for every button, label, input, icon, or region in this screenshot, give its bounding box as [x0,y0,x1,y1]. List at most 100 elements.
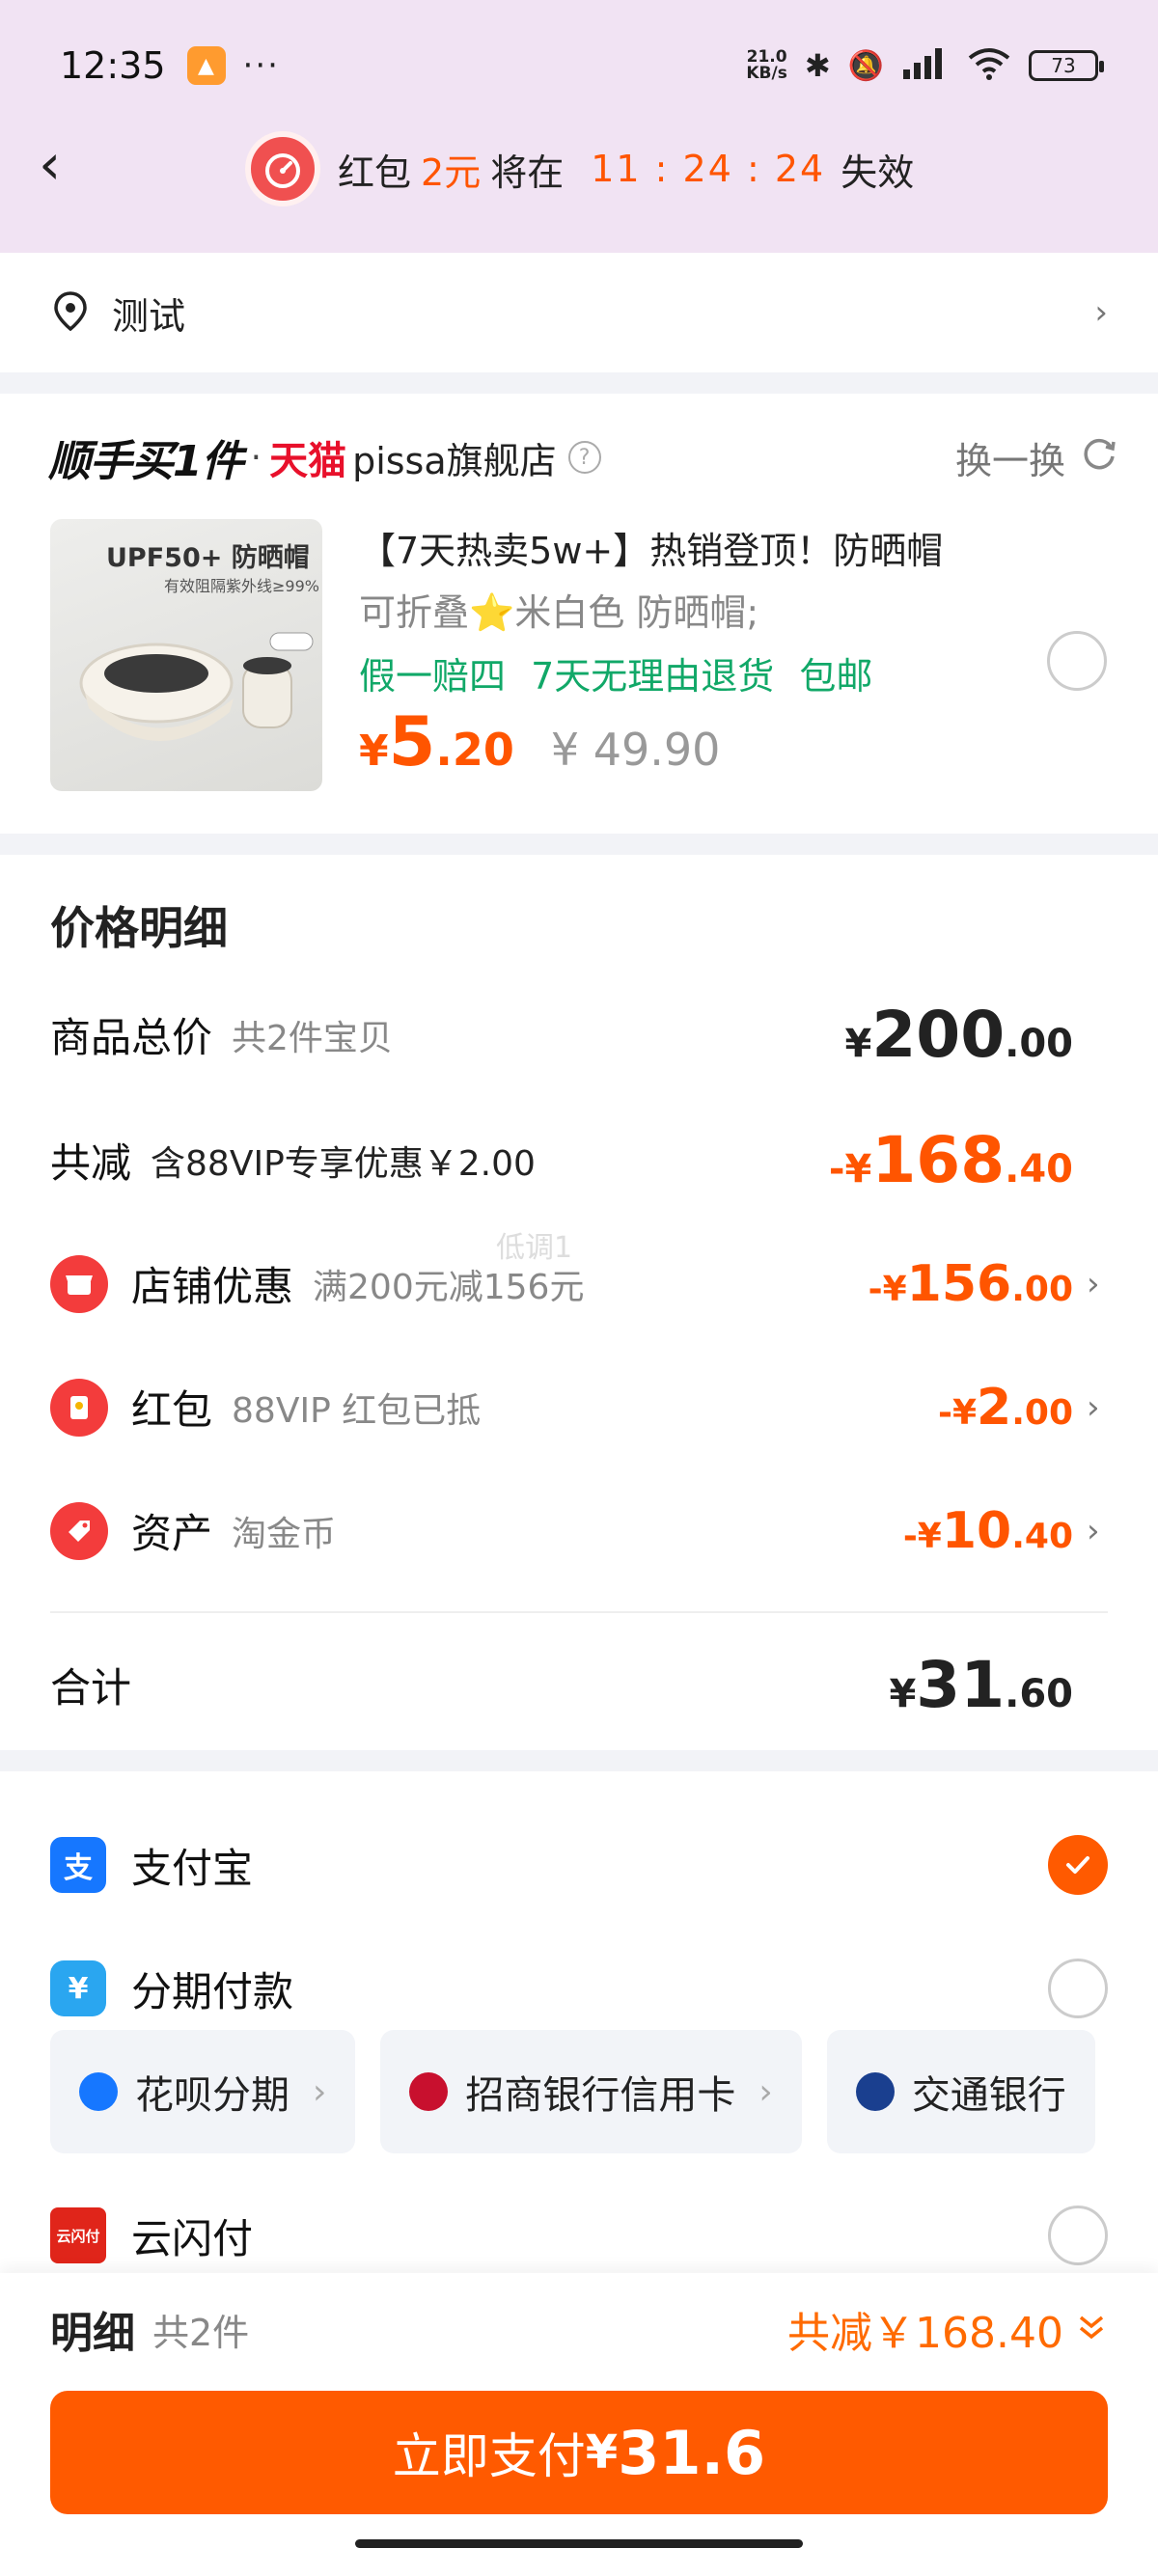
network-speed: 21.0 KB/s [746,47,787,83]
sum-row: 合计 ¥31.60 [50,1648,1108,1722]
total-reduction-row: 共减 含88VIP专享优惠￥2.00 -¥ 168.40 [50,1123,1108,1197]
back-arrow-icon[interactable]: ‹ [39,135,96,193]
add-on-select-radio[interactable] [1047,631,1107,691]
chevron-right-icon: › [1087,1387,1100,1427]
shop-discount-amount: -¥ 156.00 [868,1254,1073,1313]
shop-icon [50,1254,108,1313]
chip-label: 招商银行信用卡 [465,2073,736,2118]
info-icon[interactable]: ? [567,441,601,474]
unionpay-label: 云闪付 [131,2214,254,2262]
installment-icon: ¥ [50,1960,106,2016]
address-label: 测试 [112,294,186,338]
payment-methods-card: 支 支付宝 ¥ 分期付款 花呗分期 › 招商银行信用卡 › 交通银行 云闪付 云… [0,1771,1158,2273]
add-on-logo: 顺手买1件 [48,437,244,486]
total-discount-text: 共减￥168.40 [787,2309,1063,2358]
total-reduction-note: 含88VIP专享优惠￥2.00 [151,1143,536,1184]
address-row[interactable]: 测试 › [0,253,1158,372]
cmb-bank-icon [409,2072,449,2111]
price-integer: 5 [388,702,436,781]
swap-label: 换一换 [954,439,1065,482]
chevron-right-icon: › [1087,1511,1100,1550]
shop-name[interactable]: pissa旗舰店 [352,431,557,484]
goods-total-row: 商品总价 共2件宝贝 ¥200.00 [50,998,1108,1072]
product-price: ¥ 5 .20 ¥ 49.90 [359,702,720,781]
original-price: ¥ 49.90 [550,724,721,776]
total-reduction-label: 共减 [50,1139,132,1187]
item-count: 共2件 [152,2311,250,2354]
checkmark-icon [1066,1856,1089,1874]
total-reduction-amount: -¥ 168.40 [828,1123,1073,1197]
chevron-right-icon: › [758,2071,773,2112]
chip-huabei[interactable]: 花呗分期 › [50,2030,356,2153]
huabei-icon [79,2072,118,2111]
alipay-icon: 支 [50,1837,106,1893]
shop-discount-label: 店铺优惠 [131,1263,294,1310]
shop-discount-row[interactable]: 店铺优惠 满200元减156元 -¥ 156.00 › [50,1254,1108,1313]
red-packet-amount: -¥ 2.00 [938,1378,1073,1437]
mute-icon: 🔕 [847,48,884,83]
redpacket-prefix: 红包 [338,151,412,194]
tag-icon [50,1501,108,1560]
swap-button[interactable]: 换一换 [955,431,1119,484]
status-time: 12:35 [60,44,166,87]
home-indicator[interactable] [355,2539,803,2548]
redpacket-amount: 2元 [421,151,482,194]
red-packet-label: 红包 [131,1386,213,1434]
goods-total-amount: ¥200.00 [844,998,1073,1072]
installment-label: 分期付款 [131,1967,294,2015]
redpacket-countdown-banner: 红包 2元 将在 11 : 24 : 24 失效 [245,131,914,206]
separator-dot: · [250,437,262,478]
chip-label: 交通银行 [911,2073,1066,2118]
goods-total-note: 共2件宝贝 [232,1018,393,1058]
more-notifications-icon: ··· [242,46,280,85]
product-subtitle: 可折叠⭐米白色 防晒帽; [359,591,759,634]
price-detail-title: 价格明细 [50,902,228,954]
assets-note: 淘金币 [232,1514,337,1554]
checkout-bar: 明细 共2件 共减￥168.40 立即支付 ¥ 31.6 [0,2273,1158,2576]
payment-option-alipay[interactable]: 支 支付宝 [50,1831,1108,1899]
chevron-right-icon: › [1094,293,1108,332]
red-packet-row[interactable]: 红包 88VIP 红包已抵 -¥ 2.00 › [50,1378,1108,1437]
add-on-product-card: 顺手买1件 · 天猫 pissa旗舰店 ? 换一换 UPF50+ 防晒帽 有效阻… [0,394,1158,834]
assets-amount: -¥ 10.40 [902,1501,1073,1560]
divider [50,1611,1108,1613]
alipay-label: 支付宝 [131,1844,254,1892]
price-symbol: ¥ [359,726,389,776]
refresh-icon [1079,433,1119,482]
status-bar: 12:35 ▲ ··· 21.0 KB/s ✱ 🔕 73 [60,41,1104,91]
price-decimal: .20 [435,724,514,776]
payment-option-unionpay[interactable]: 云闪付 云闪付 [50,2202,1108,2269]
product-title[interactable]: 【7天热卖5w+】热销登顶！防晒帽 [359,521,943,574]
chip-bocom[interactable]: 交通银行 [826,2030,1095,2153]
nav-bar: ‹ 红包 2元 将在 11 : 24 : 24 失效 [0,125,1158,210]
summary-row[interactable]: 明细 共2件 共减￥168.40 [50,2290,1108,2368]
goods-total-label: 商品总价 [50,1014,213,1061]
installment-chips: 花呗分期 › 招商银行信用卡 › 交通银行 [50,2030,1095,2153]
bocom-bank-icon [855,2072,895,2111]
total-discount: 共减￥168.40 [787,2298,1108,2360]
assets-label: 资产 [131,1510,213,1557]
payment-option-installment[interactable]: ¥ 分期付款 [50,1955,1108,2022]
chevron-right-icon: › [1087,1264,1100,1303]
signal-icon [901,46,950,85]
alipay-selected-radio[interactable] [1048,1835,1108,1895]
wifi-icon [967,46,1011,85]
installment-radio[interactable] [1048,1959,1108,2018]
unionpay-icon: 云闪付 [50,2207,106,2263]
product-image[interactable]: UPF50+ 防晒帽 有效阻隔紫外线≥99% [50,519,322,791]
pay-now-button[interactable]: 立即支付 ¥ 31.6 [50,2391,1108,2514]
sun-visor-illustration [79,632,314,742]
red-envelope-icon [50,1378,108,1437]
tmall-logo: 天猫 [269,439,347,483]
assets-row[interactable]: 资产 淘金币 -¥ 10.40 › [50,1501,1108,1560]
battery-indicator: 73 [1029,50,1104,81]
unionpay-radio[interactable] [1048,2206,1108,2265]
chip-cmb-credit[interactable]: 招商银行信用卡 › [380,2030,802,2153]
double-chevron-down-icon [1075,2305,1108,2354]
chevron-right-icon: › [313,2071,327,2112]
app-notification-icon: ▲ [186,46,226,85]
top-header: 12:35 ▲ ··· 21.0KB/s ✱ 🔕 73 ‹ 红包 2元 将在 [0,0,1158,253]
sum-label: 合计 [50,1664,132,1712]
pay-now-symbol: ¥ [585,2425,619,2480]
redpacket-mid: 将在 [490,151,565,194]
